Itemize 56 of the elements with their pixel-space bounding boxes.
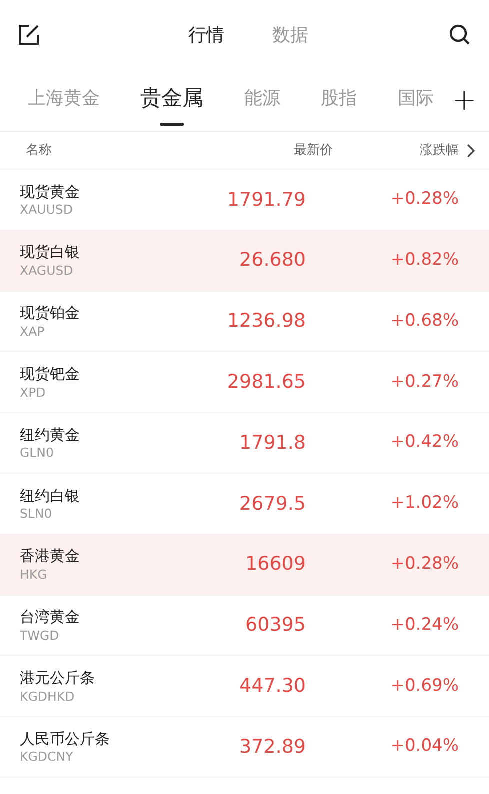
instrument-name: 纽约白银 [20,486,81,506]
instrument-code: HKG [20,566,48,582]
instrument-code: TWGD [20,628,60,643]
change-percent: +0.82% [390,248,459,272]
search-icon[interactable] [449,24,471,46]
change-percent: +0.69% [390,674,459,698]
price-value: 372.89 [238,734,306,760]
quote-row[interactable]: 台湾黄金 TWGD 60395 +0.24% [0,596,489,656]
chevron-right-icon[interactable] [467,144,475,158]
price-value: 16609 [244,552,306,578]
change-percent: +0.27% [390,370,459,394]
quote-row[interactable]: 人民币公斤条 KGDCNY 372.89 +0.04% [0,717,489,778]
change-percent: +0.24% [390,614,459,637]
instrument-code: XAUUSD [20,202,74,218]
quote-row[interactable]: 现货钯金 XPD 2981.65 +0.27% [0,352,489,414]
price-value: 447.30 [238,674,306,700]
quote-row[interactable]: 港元公斤条 KGDHKD 447.30 +0.69% [0,656,489,718]
instrument-code: SLN0 [20,506,54,522]
change-percent: +0.04% [390,735,459,758]
instrument-name: 现货铂金 [20,304,81,324]
instrument-code: XAP [20,324,46,339]
instrument-name: 现货白银 [20,243,81,263]
instrument-code: GLN0 [20,445,55,460]
edit-icon[interactable] [18,24,40,46]
price-value: 1791.79 [226,188,306,213]
change-percent: +0.68% [390,310,459,333]
top-tab[interactable]: 行情 [188,22,224,48]
quote-row[interactable]: 香港黄金 HKG 16609 +0.28% [0,534,489,596]
instrument-name: 香港黄金 [20,547,81,567]
quote-row[interactable]: 现货铂金 XAP 1236.98 +0.68% [0,292,489,352]
instrument-name: 现货黄金 [20,182,81,202]
change-percent: +0.28% [390,188,459,212]
change-percent: +0.28% [390,552,459,576]
quote-row[interactable]: 纽约黄金 GLN0 1791.8 +0.42% [0,413,489,474]
instrument-name: 港元公斤条 [20,669,96,689]
instrument-name: 人民币公斤条 [20,730,111,750]
price-value: 1236.98 [226,309,306,334]
column-header: 最新价 [293,142,333,160]
change-percent: +0.42% [390,431,459,454]
instrument-code: XPD [20,384,47,400]
quote-row[interactable]: 现货白银 XAGUSD 26.680 +0.82% [0,230,489,292]
instrument-code: KGDCNY [20,749,74,764]
instrument-code: KGDHKD [20,688,76,704]
instrument-name: 现货钯金 [20,365,81,385]
column-header: 名称 [26,142,53,160]
change-percent: +1.02% [390,492,459,516]
instrument-name: 纽约黄金 [20,426,81,446]
price-value: 2679.5 [238,492,306,517]
instrument-code: XAGUSD [20,262,74,278]
column-header[interactable]: 涨跌幅 [420,140,459,160]
price-value: 1791.8 [238,430,306,456]
price-value: 2981.65 [226,370,306,396]
price-value: 60395 [244,613,306,638]
instrument-name: 台湾黄金 [20,608,81,628]
add-button[interactable]: + [452,86,477,116]
price-value: 26.680 [238,248,306,274]
